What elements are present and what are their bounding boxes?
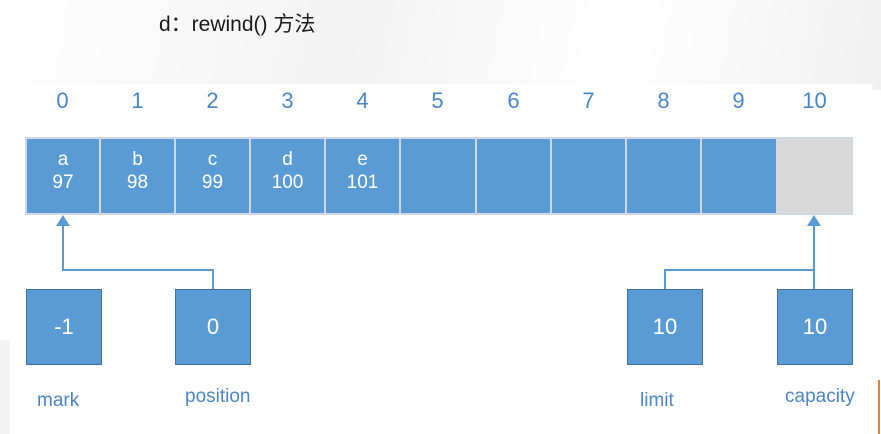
limit-label: limit xyxy=(640,390,674,411)
mark-label: mark xyxy=(37,390,80,411)
position-arrowhead xyxy=(56,215,70,226)
position-arrow xyxy=(62,225,214,289)
capacity-label: capacity xyxy=(785,386,855,407)
capacity-box: 10 xyxy=(777,289,853,365)
pointer-arrows xyxy=(56,215,821,289)
capacity-arrowhead xyxy=(807,215,821,226)
limit-connector xyxy=(664,269,814,289)
mark-box: -1 xyxy=(26,289,102,365)
position-label: position xyxy=(185,386,251,407)
position-box: 0 xyxy=(175,289,251,365)
limit-box: 10 xyxy=(627,289,703,365)
edge-accent-line xyxy=(878,380,880,434)
